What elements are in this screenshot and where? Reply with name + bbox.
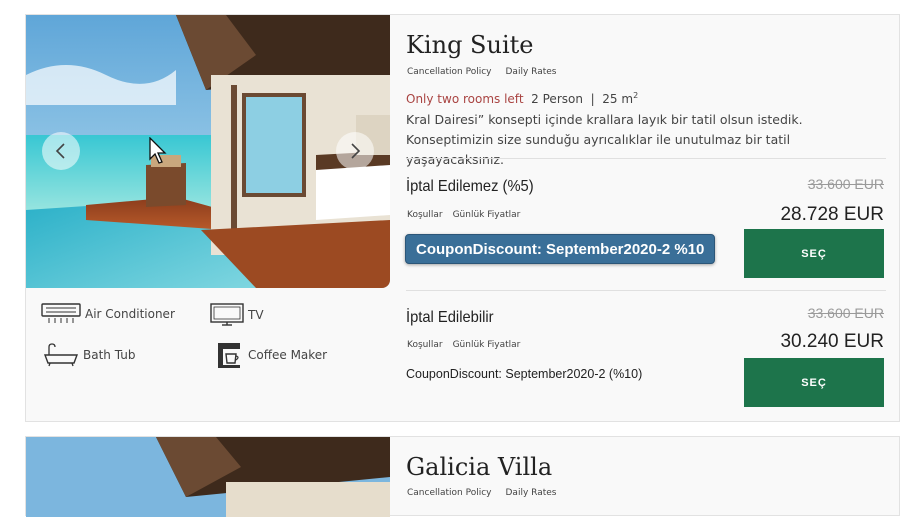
select-button[interactable]: SEÇ xyxy=(744,358,884,407)
air-conditioner-icon xyxy=(41,303,81,323)
mouse-cursor-icon xyxy=(149,137,167,164)
availability-text: Only two rooms left xyxy=(406,92,524,106)
divider xyxy=(406,290,886,291)
coupon-discount-badge: CouponDiscount: September2020-2 %10 xyxy=(405,234,715,264)
conditions-link[interactable]: Koşullar xyxy=(407,340,443,350)
daily-prices-link[interactable]: Günlük Fiyatlar xyxy=(453,340,521,350)
discounted-price: 30.240 EUR xyxy=(780,331,884,352)
rate-links: Koşullar Günlük Fiyatlar xyxy=(407,340,520,350)
amenity-label: TV xyxy=(248,308,264,322)
room-photo[interactable] xyxy=(26,437,390,517)
room-description: Kral Dairesi” konsepti içinde krallara l… xyxy=(406,112,803,167)
amenity-label: Coffee Maker xyxy=(248,348,328,362)
amenity-label: Bath Tub xyxy=(83,348,136,362)
cancellation-policy-link[interactable]: Cancellation Policy xyxy=(407,488,492,498)
tv-icon xyxy=(210,303,244,326)
chevron-right-icon xyxy=(351,143,361,159)
conditions-link[interactable]: Koşullar xyxy=(407,210,443,220)
daily-prices-link[interactable]: Günlük Fiyatlar xyxy=(453,210,521,220)
amenity-bath-tub: Bath Tub xyxy=(43,343,135,367)
bath-tub-icon xyxy=(43,343,79,367)
room-info: Only two rooms left 2 Person | 25 m2 xyxy=(406,91,638,106)
amenity-label: Air Conditioner xyxy=(85,307,175,321)
old-price: 33.600 EUR xyxy=(807,305,884,321)
rate-name: İptal Edilebilir xyxy=(406,309,494,326)
room-card: Air Conditioner TV Bath Tub Coffee Maker xyxy=(25,14,900,422)
room-title: Galicia Villa xyxy=(406,453,553,481)
carousel-prev-button[interactable] xyxy=(42,132,80,170)
daily-rates-link[interactable]: Daily Rates xyxy=(506,67,557,77)
amenity-coffee-maker: Coffee Maker xyxy=(216,341,327,369)
daily-rates-link[interactable]: Daily Rates xyxy=(506,488,557,498)
room-title: King Suite xyxy=(406,31,534,59)
carousel-next-button[interactable] xyxy=(336,132,374,170)
room-links: Cancellation Policy Daily Rates xyxy=(407,67,556,77)
room-links: Cancellation Policy Daily Rates xyxy=(407,488,556,498)
rate-name: İptal Edilemez (%5) xyxy=(406,178,534,195)
discounted-price: 28.728 EUR xyxy=(780,204,884,225)
divider xyxy=(406,158,886,159)
cancellation-policy-link[interactable]: Cancellation Policy xyxy=(407,67,492,77)
room-size: 25 m xyxy=(602,92,634,106)
page-edge xyxy=(904,0,919,500)
amenity-air-conditioner: Air Conditioner xyxy=(41,303,175,325)
room-card: Galicia Villa Cancellation Policy Daily … xyxy=(25,436,900,517)
amenity-tv: TV xyxy=(210,303,264,327)
coffee-maker-icon xyxy=(218,343,240,368)
info-separator: | xyxy=(590,92,595,106)
coupon-discount-text: CouponDiscount: September2020-2 (%10) xyxy=(406,367,643,381)
room-size-unit-sup: 2 xyxy=(633,91,639,100)
capacity-text: 2 Person xyxy=(531,92,583,106)
select-button[interactable]: SEÇ xyxy=(744,229,884,278)
old-price: 33.600 EUR xyxy=(807,176,884,192)
chevron-left-icon xyxy=(55,143,65,159)
rate-links: Koşullar Günlük Fiyatlar xyxy=(407,210,520,220)
